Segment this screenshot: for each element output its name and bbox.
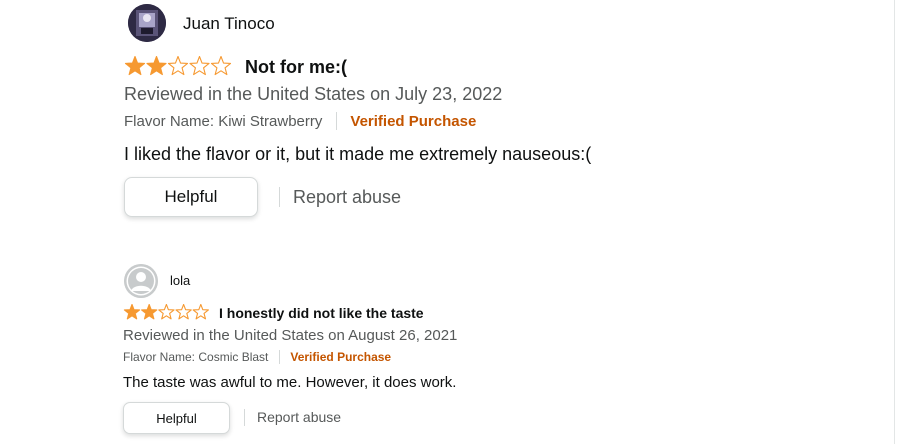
star-filled-icon <box>123 303 141 320</box>
star-empty-icon <box>192 303 209 320</box>
review-body: The taste was awful to me. However, it d… <box>123 374 457 391</box>
default-avatar-icon <box>124 264 158 298</box>
star-rating-icon <box>124 55 232 76</box>
star-filled-icon <box>141 303 158 320</box>
review-body: I liked the flavor or it, but it made me… <box>124 144 592 164</box>
divider <box>336 112 338 130</box>
review-date: Reviewed in the United States on July 23… <box>124 84 503 104</box>
review: Juan Tinoco Not for me:( Reviewed in the… <box>0 0 898 240</box>
star-rating-icon <box>123 303 209 320</box>
star-empty-icon <box>175 303 192 320</box>
star-empty-icon <box>158 303 175 320</box>
divider <box>279 187 280 207</box>
star-filled-icon <box>124 55 146 76</box>
reviewer-avatar[interactable] <box>124 264 158 298</box>
flavor-name[interactable]: Flavor Name: Cosmic Blast <box>123 350 268 364</box>
divider <box>279 350 281 364</box>
helpful-button[interactable]: Helpful <box>123 402 230 434</box>
star-empty-icon <box>189 55 210 76</box>
review-date: Reviewed in the United States on August … <box>123 327 458 344</box>
review-title[interactable]: I honestly did not like the taste <box>219 305 424 321</box>
reviewer-avatar[interactable] <box>128 4 166 42</box>
profile-photo-icon <box>128 4 166 42</box>
flavor-name[interactable]: Flavor Name: Kiwi Strawberry <box>124 113 322 130</box>
review-title[interactable]: Not for me:( <box>245 57 347 78</box>
review-format-strip: Flavor Name: Cosmic Blast Verified Purch… <box>123 350 391 364</box>
review: lola I honestly did not like the taste R… <box>0 255 898 444</box>
report-abuse-link[interactable]: Report abuse <box>293 187 401 208</box>
star-rating[interactable] <box>124 55 234 81</box>
verified-purchase-badge: Verified Purchase <box>290 350 392 364</box>
review-format-strip: Flavor Name: Kiwi Strawberry Verified Pu… <box>124 112 476 130</box>
star-rating[interactable] <box>123 303 211 325</box>
reviewer-name[interactable]: lola <box>170 273 190 288</box>
report-abuse-link[interactable]: Report abuse <box>257 409 341 425</box>
reviewer-name[interactable]: Juan Tinoco <box>183 14 275 34</box>
star-empty-icon <box>167 55 189 76</box>
helpful-button[interactable]: Helpful <box>124 177 258 217</box>
star-filled-icon <box>146 55 167 76</box>
verified-purchase-badge: Verified Purchase <box>350 112 477 130</box>
star-empty-icon <box>210 55 232 76</box>
divider <box>244 409 245 426</box>
